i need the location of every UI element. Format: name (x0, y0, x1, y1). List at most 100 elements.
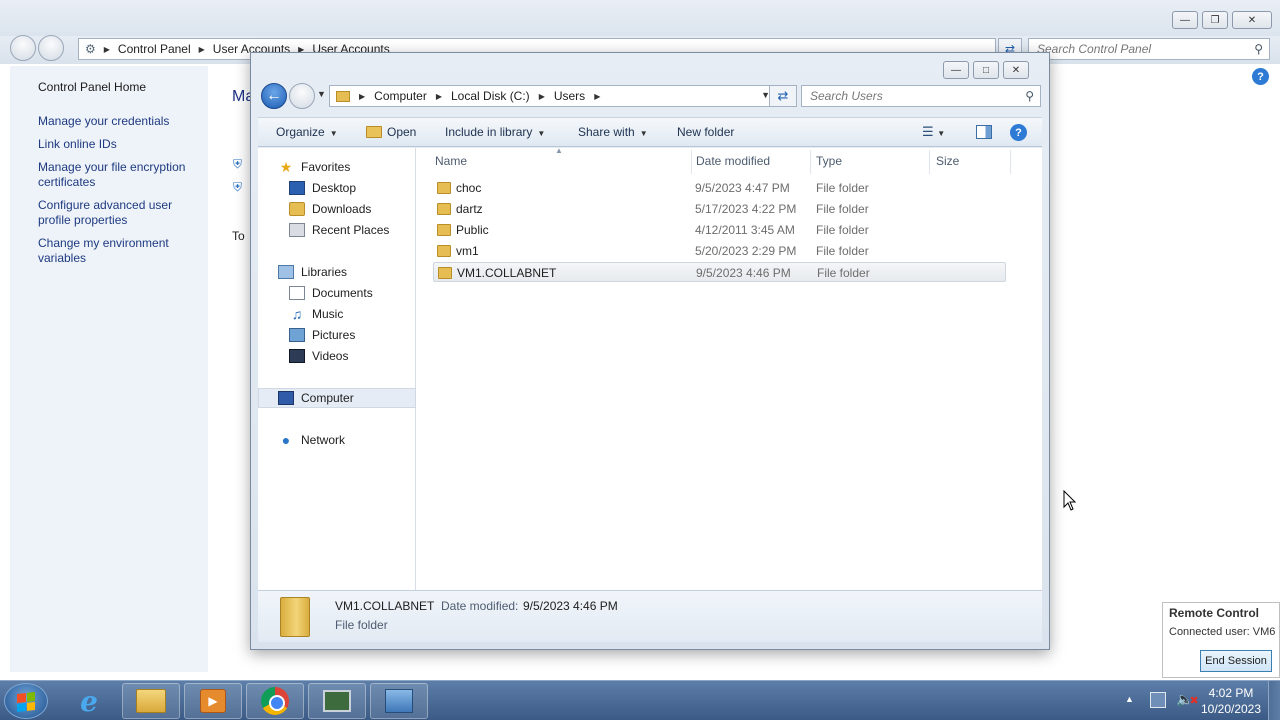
breadcrumb-separator-icon[interactable]: ▶ (359, 92, 365, 101)
share-with-button[interactable]: Share with ▼ (578, 125, 648, 139)
volume-muted-icon[interactable]: 🔈✖ (1176, 691, 1199, 708)
folder-icon (336, 90, 350, 102)
nav-computer[interactable]: Computer (258, 388, 416, 408)
nav-documents[interactable]: Documents (258, 283, 416, 303)
nav-label: Favorites (301, 160, 351, 174)
cp-search-input[interactable]: Search Control Panel ⚲ (1028, 38, 1270, 60)
minimize-button[interactable]: — (943, 61, 969, 79)
taskbar-windows-explorer[interactable] (122, 683, 180, 719)
taskbar-internet-explorer[interactable]: e (60, 683, 118, 719)
nav-label: Videos (312, 349, 349, 363)
clock[interactable]: 4:02 PM 10/20/2023 (1198, 685, 1264, 717)
nav-videos[interactable]: Videos (258, 346, 416, 366)
back-button[interactable]: ← (261, 83, 287, 109)
cp-search-placeholder: Search Control Panel (1037, 42, 1152, 56)
nav-label: Downloads (312, 202, 372, 216)
breadcrumb-separator-icon[interactable]: ▶ (594, 92, 600, 101)
control-panel-home-link[interactable]: Control Panel Home (38, 80, 208, 94)
shield-icon: ⛨ (233, 157, 243, 171)
link-online-ids-link[interactable]: Link online IDs (38, 137, 188, 152)
preview-pane-icon[interactable] (976, 125, 992, 139)
show-hidden-icons-icon[interactable]: ▲ (1125, 694, 1134, 704)
nav-desktop[interactable]: Desktop (258, 178, 416, 198)
taskbar-server-manager[interactable] (308, 683, 366, 719)
details-pane: VM1.COLLABNET Date modified: 9/5/2023 4:… (258, 590, 1042, 642)
show-desktop-button[interactable] (1268, 681, 1280, 720)
close-button[interactable]: ✕ (1232, 11, 1272, 29)
nav-libraries[interactable]: Libraries (258, 262, 416, 282)
nav-downloads[interactable]: Downloads (258, 199, 416, 219)
help-icon[interactable]: ? (1010, 124, 1027, 141)
organize-button[interactable]: Organize ▼ (276, 125, 338, 139)
taskbar-media-player[interactable]: ▶ (184, 683, 242, 719)
change-view-icon[interactable]: ☰ ▼ (922, 124, 945, 140)
chevron-down-icon: ▼ (329, 129, 338, 138)
search-input[interactable]: Search Users ⚲ (801, 85, 1041, 107)
restore-button[interactable]: ❐ (1202, 11, 1228, 29)
breadcrumb-separator-icon[interactable]: ▶ (539, 92, 545, 101)
recent-pages-dropdown-icon[interactable]: ▼ (317, 89, 326, 99)
search-icon[interactable]: ⚲ (1254, 42, 1263, 56)
open-button[interactable]: Open (366, 125, 416, 139)
chevron-down-icon: ▼ (639, 129, 648, 138)
file-row[interactable]: Public 4/12/2011 3:45 AM File folder (433, 220, 1006, 240)
nav-music[interactable]: ♫ Music (258, 304, 416, 324)
breadcrumb-separator-icon[interactable]: ▶ (436, 92, 442, 101)
change-environment-variables-link[interactable]: Change my environment variables (38, 236, 188, 266)
manage-credentials-link[interactable]: Manage your credentials (38, 114, 188, 129)
nav-label: Pictures (312, 328, 356, 342)
file-row[interactable]: choc 9/5/2023 4:47 PM File folder (433, 178, 1006, 198)
column-divider[interactable] (929, 150, 930, 174)
control-panel-window-controls: — ❐ ✕ (1172, 11, 1272, 29)
details-name: VM1.COLLABNET (335, 599, 435, 613)
taskbar-chrome[interactable] (246, 683, 304, 719)
explorer-window-controls: — □ ✕ (943, 61, 1029, 79)
maximize-button[interactable]: □ (973, 61, 999, 79)
taskbar-control-panel[interactable] (370, 683, 428, 719)
sort-ascending-icon: ▲ (555, 146, 563, 155)
breadcrumb-control-panel[interactable]: Control Panel (118, 42, 191, 56)
nav-label: Network (301, 433, 346, 447)
breadcrumb-users[interactable]: Users (554, 89, 585, 103)
cp-forward-button[interactable] (38, 35, 64, 61)
details-date-label: Date modified: (441, 599, 519, 613)
shield-icon: ⛨ (233, 180, 243, 194)
column-divider[interactable] (810, 150, 811, 174)
forward-button[interactable] (289, 83, 315, 109)
new-folder-button[interactable]: New folder (677, 125, 734, 139)
end-session-button[interactable]: End Session (1200, 650, 1272, 672)
refresh-button[interactable]: ⇄ (769, 85, 797, 107)
file-row[interactable]: vm1 5/20/2023 2:29 PM File folder (433, 241, 1006, 261)
manage-encryption-certificates-link[interactable]: Manage your file encryption certificates (38, 160, 188, 190)
include-in-library-label: Include in library (445, 125, 533, 139)
file-type: File folder (816, 223, 869, 237)
column-header-size[interactable]: Size (936, 154, 959, 168)
file-row-selected[interactable]: VM1.COLLABNET 9/5/2023 4:46 PM File fold… (433, 262, 1006, 282)
include-in-library-button[interactable]: Include in library ▼ (445, 125, 545, 139)
help-icon[interactable]: ? (1252, 68, 1269, 85)
breadcrumb-local-disk[interactable]: Local Disk (C:) (451, 89, 530, 103)
column-header-type[interactable]: Type (816, 154, 842, 168)
clock-time: 4:02 PM (1208, 686, 1254, 700)
cp-back-button[interactable] (10, 35, 36, 61)
column-divider[interactable] (691, 150, 692, 174)
file-date-modified: 5/17/2023 4:22 PM (695, 202, 797, 216)
chevron-down-icon[interactable]: ▼ (937, 129, 945, 138)
nav-recent-places[interactable]: Recent Places (258, 220, 416, 240)
column-header-name[interactable]: Name (435, 154, 467, 168)
nav-favorites[interactable]: ★ Favorites (258, 157, 416, 177)
configure-profile-properties-link[interactable]: Configure advanced user profile properti… (38, 198, 188, 228)
search-icon[interactable]: ⚲ (1025, 89, 1034, 103)
nav-network[interactable]: ● Network (258, 430, 416, 450)
close-button[interactable]: ✕ (1003, 61, 1029, 79)
nav-pictures[interactable]: Pictures (258, 325, 416, 345)
internet-explorer-icon: e (80, 684, 98, 718)
column-divider[interactable] (1010, 150, 1011, 174)
minimize-button[interactable]: — (1172, 11, 1198, 29)
column-header-date-modified[interactable]: Date modified (696, 154, 770, 168)
start-button[interactable] (4, 683, 48, 719)
network-status-icon[interactable] (1150, 692, 1166, 708)
file-row[interactable]: dartz 5/17/2023 4:22 PM File folder (433, 199, 1006, 219)
breadcrumb-computer[interactable]: Computer (374, 89, 427, 103)
address-bar[interactable]: ▶ Computer ▶ Local Disk (C:) ▶ Users ▶ ▼ (329, 85, 775, 107)
